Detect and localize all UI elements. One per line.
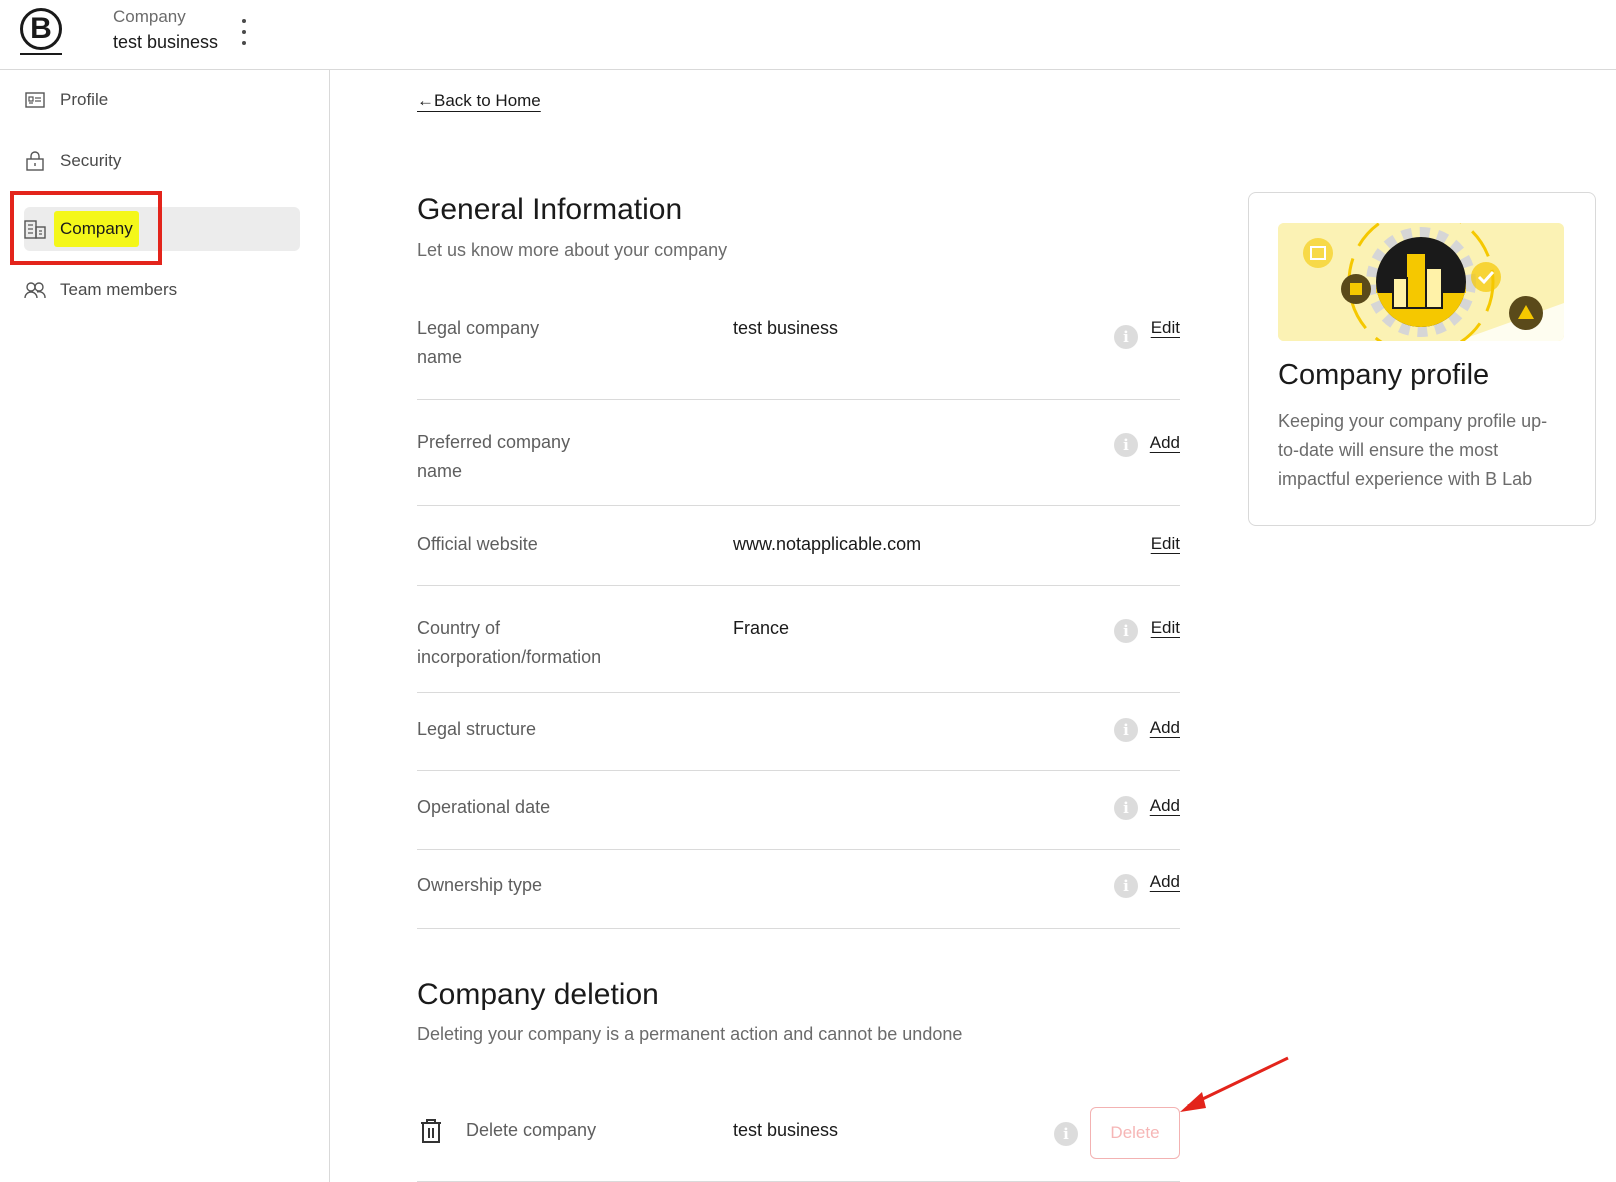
field-label: Official website (417, 534, 538, 554)
field-label: Operational date (417, 797, 551, 817)
info-icon[interactable]: i (1114, 325, 1138, 349)
lock-icon (24, 150, 46, 172)
company-switcher-label: Company (113, 7, 186, 26)
field-row-official-website: Official website www.notapplicable.com E… (417, 506, 1180, 586)
info-icon[interactable]: i (1054, 1122, 1078, 1146)
field-row-country-of-incorporation: Country of incorporation/formation Franc… (417, 586, 1180, 693)
field-row-legal-company-name: Legal company name test business i Edit (417, 314, 1180, 400)
company-deletion-title: Company deletion (417, 978, 659, 1011)
company-switcher[interactable]: Company test business (113, 7, 218, 53)
field-row-ownership-type: Ownership type i Add (417, 850, 1180, 929)
company-profile-illustration (1278, 223, 1564, 341)
sidebar-item-team-members[interactable]: Team members (24, 270, 300, 310)
delete-company-row: Delete company test business i Delete (417, 1107, 1180, 1182)
sidebar-item-label: Profile (60, 90, 109, 109)
general-information-subtitle: Let us know more about your company (417, 240, 728, 260)
back-to-home-link[interactable]: ←Back to Home (417, 91, 541, 111)
edit-button[interactable]: Edit (1151, 534, 1180, 554)
field-label: Legal structure (417, 719, 537, 739)
add-button[interactable]: Add (1150, 433, 1180, 453)
company-deletion-subtitle: Deleting your company is a permanent act… (417, 1024, 963, 1044)
info-icon[interactable]: i (1114, 874, 1138, 898)
field-value: France (733, 618, 790, 638)
field-label: Preferred company name (417, 432, 571, 481)
field-row-operational-date: Operational date i Add (417, 771, 1180, 850)
field-value: www.notapplicable.com (733, 534, 922, 554)
field-label: Country of incorporation/formation (417, 618, 602, 667)
company-switcher-name: test business (113, 32, 219, 52)
users-icon (24, 279, 46, 301)
company-profile-card: Company profile Keeping your company pro… (1248, 192, 1596, 526)
delete-company-value: test business (733, 1120, 839, 1140)
card-text: Keeping your company profile up-to-date … (1278, 411, 1548, 489)
more-vertical-icon[interactable] (236, 16, 252, 50)
field-label: Ownership type (417, 875, 543, 895)
field-row-preferred-company-name: Preferred company name i Add (417, 400, 1180, 506)
card-title: Company profile (1278, 359, 1490, 391)
annotation-arrow (1180, 1056, 1289, 1112)
general-information-title: General Information (417, 193, 683, 226)
annotation-highlight-box (10, 191, 162, 265)
add-button[interactable]: Add (1150, 796, 1180, 816)
top-bar: B Company test business (0, 0, 1616, 70)
trash-icon (419, 1118, 443, 1144)
arrow-left-icon: ← (417, 91, 434, 110)
edit-button[interactable]: Edit (1151, 618, 1180, 638)
sidebar-item-label: Team members (60, 280, 178, 299)
add-button[interactable]: Add (1150, 718, 1180, 738)
info-icon[interactable]: i (1114, 718, 1138, 742)
delete-button[interactable]: Delete (1090, 1107, 1180, 1159)
sidebar-item-label: Security (60, 151, 122, 170)
sidebar-item-security[interactable]: Security (24, 141, 300, 181)
info-icon[interactable]: i (1114, 619, 1138, 643)
sidebar-item-profile[interactable]: Profile (24, 80, 300, 120)
id-card-icon (24, 89, 46, 111)
field-row-legal-structure: Legal structure i Add (417, 693, 1180, 771)
delete-company-label: Delete company (466, 1120, 597, 1140)
logo-underline (20, 53, 62, 55)
info-icon[interactable]: i (1114, 433, 1138, 457)
field-value: test business (733, 318, 839, 338)
back-link-label: Back to Home (434, 91, 541, 110)
add-button[interactable]: Add (1150, 872, 1180, 892)
field-label: Legal company name (417, 318, 540, 367)
b-lab-logo[interactable]: B (20, 8, 62, 50)
edit-button[interactable]: Edit (1151, 318, 1180, 338)
info-icon[interactable]: i (1114, 796, 1138, 820)
